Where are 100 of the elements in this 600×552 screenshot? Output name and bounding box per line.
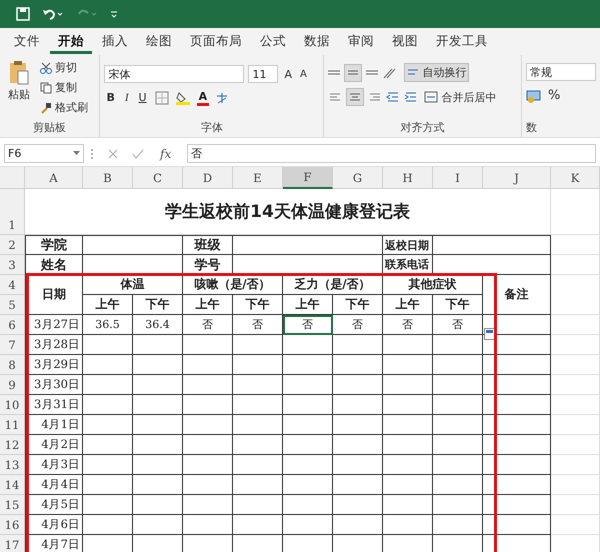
grid-cell bbox=[551, 275, 600, 315]
row-header[interactable]: 10 bbox=[0, 395, 25, 415]
formula-field[interactable]: 否 bbox=[187, 144, 596, 163]
table-cell bbox=[283, 455, 333, 475]
row-header[interactable]: 11 bbox=[0, 415, 25, 435]
number-format-field[interactable]: 常规 bbox=[526, 63, 596, 81]
column-header[interactable]: I bbox=[433, 167, 483, 189]
insert-function-button[interactable]: fx bbox=[158, 146, 174, 162]
format-painter-button[interactable]: 格式刷 bbox=[38, 99, 90, 116]
row-header[interactable]: 7 bbox=[0, 335, 25, 355]
table-cell: 否 bbox=[233, 315, 283, 335]
ribbon-tab[interactable]: 视图 bbox=[384, 29, 426, 54]
table-cell bbox=[283, 415, 333, 435]
ribbon-tab[interactable]: 文件 bbox=[6, 29, 48, 54]
table-cell bbox=[233, 515, 283, 535]
column-header[interactable]: A bbox=[25, 167, 83, 189]
table-cell bbox=[383, 395, 433, 415]
row-header[interactable]: 2 bbox=[0, 235, 25, 255]
table-cell bbox=[283, 395, 333, 415]
table-cell: 上午 bbox=[383, 295, 433, 315]
table-cell: 否 bbox=[183, 315, 233, 335]
ribbon-tab[interactable]: 开发工具 bbox=[428, 29, 496, 54]
ribbon-tab[interactable]: 数据 bbox=[296, 29, 338, 54]
row-header[interactable]: 9 bbox=[0, 375, 25, 395]
ribbon-tab[interactable]: 审阅 bbox=[340, 29, 382, 54]
table-cell bbox=[333, 495, 383, 515]
column-header[interactable]: G bbox=[333, 167, 383, 189]
table-cell bbox=[83, 515, 133, 535]
table-cell: 3月31日 bbox=[25, 395, 83, 415]
table-cell bbox=[183, 495, 233, 515]
row-header[interactable]: 1 bbox=[0, 189, 25, 235]
merge-center-button[interactable]: 合并后居中 bbox=[422, 88, 498, 106]
table-cell bbox=[433, 435, 483, 455]
font-size-field[interactable]: 11 bbox=[248, 65, 278, 83]
row-header[interactable]: 8 bbox=[0, 355, 25, 375]
row-header[interactable]: 17 bbox=[0, 535, 25, 552]
table-cell bbox=[433, 515, 483, 535]
table-cell bbox=[433, 415, 483, 435]
row-header[interactable]: 12 bbox=[0, 435, 25, 455]
table-cell: 乏力（是/否） bbox=[283, 275, 383, 295]
table-cell bbox=[333, 355, 383, 375]
table-cell bbox=[183, 515, 233, 535]
underline-button[interactable]: U bbox=[136, 90, 149, 105]
table-cell: 否 bbox=[333, 315, 383, 335]
group-label: 对齐方式 bbox=[400, 120, 446, 136]
currency-icon bbox=[526, 88, 542, 102]
table-cell bbox=[333, 515, 383, 535]
row-header[interactable]: 14 bbox=[0, 475, 25, 495]
column-header[interactable]: E bbox=[233, 167, 283, 189]
paste-options-icon[interactable] bbox=[484, 328, 495, 340]
wrap-text-button[interactable]: 自动换行 bbox=[404, 63, 470, 82]
table-cell bbox=[233, 375, 283, 395]
percent-button[interactable]: % bbox=[546, 87, 562, 104]
table-cell bbox=[83, 475, 133, 495]
name-box[interactable]: F6 bbox=[4, 144, 84, 163]
table-cell: 36.4 bbox=[133, 315, 183, 335]
paste-button[interactable]: 粘贴 bbox=[4, 59, 34, 119]
column-header[interactable]: C bbox=[133, 167, 183, 189]
row-header[interactable]: 5 bbox=[0, 295, 25, 315]
row-header[interactable]: 13 bbox=[0, 455, 25, 475]
column-header[interactable]: F bbox=[283, 167, 333, 189]
table-cell bbox=[233, 415, 283, 435]
table-cell bbox=[83, 395, 133, 415]
table-cell bbox=[133, 415, 183, 435]
font-name-field[interactable]: 宋体 bbox=[104, 65, 244, 83]
table-cell bbox=[283, 355, 333, 375]
shrink-font-button[interactable]: A bbox=[298, 68, 309, 80]
bold-button[interactable]: B bbox=[104, 90, 117, 105]
table-cell bbox=[433, 475, 483, 495]
grid-cell bbox=[551, 515, 600, 535]
column-header[interactable]: D bbox=[183, 167, 233, 189]
row-header[interactable]: 16 bbox=[0, 515, 25, 535]
table-cell: 备注 bbox=[483, 275, 551, 315]
ribbon-tab[interactable]: 页面布局 bbox=[182, 29, 250, 54]
table-cell: 上午 bbox=[183, 295, 233, 315]
ribbon-tab[interactable]: 公式 bbox=[252, 29, 294, 54]
font-color-button[interactable]: A bbox=[196, 89, 210, 106]
row-header[interactable]: 15 bbox=[0, 495, 25, 515]
table-cell: 4月2日 bbox=[25, 435, 83, 455]
table-cell: 下午 bbox=[233, 295, 283, 315]
row-header[interactable]: 3 bbox=[0, 255, 25, 275]
ribbon-tab[interactable]: 绘图 bbox=[138, 29, 180, 54]
row-header[interactable]: 4 bbox=[0, 275, 25, 295]
column-header[interactable]: H bbox=[383, 167, 433, 189]
table-cell bbox=[183, 435, 233, 455]
table-cell bbox=[133, 495, 183, 515]
cut-button[interactable]: 剪切 bbox=[38, 59, 90, 76]
column-header[interactable]: J bbox=[483, 167, 551, 189]
table-cell: 3月28日 bbox=[25, 335, 83, 355]
grow-font-button[interactable]: A bbox=[282, 66, 294, 82]
more-icon bbox=[90, 148, 94, 160]
ribbon-tab[interactable]: 插入 bbox=[94, 29, 136, 54]
column-header[interactable]: B bbox=[83, 167, 133, 189]
column-header[interactable]: K bbox=[551, 167, 600, 189]
copy-button[interactable]: 复制 bbox=[38, 79, 90, 96]
table-cell bbox=[433, 495, 483, 515]
row-header[interactable]: 6 bbox=[0, 315, 25, 335]
table-cell bbox=[183, 375, 233, 395]
italic-button[interactable]: I bbox=[122, 90, 131, 104]
table-cell: 下午 bbox=[333, 295, 383, 315]
